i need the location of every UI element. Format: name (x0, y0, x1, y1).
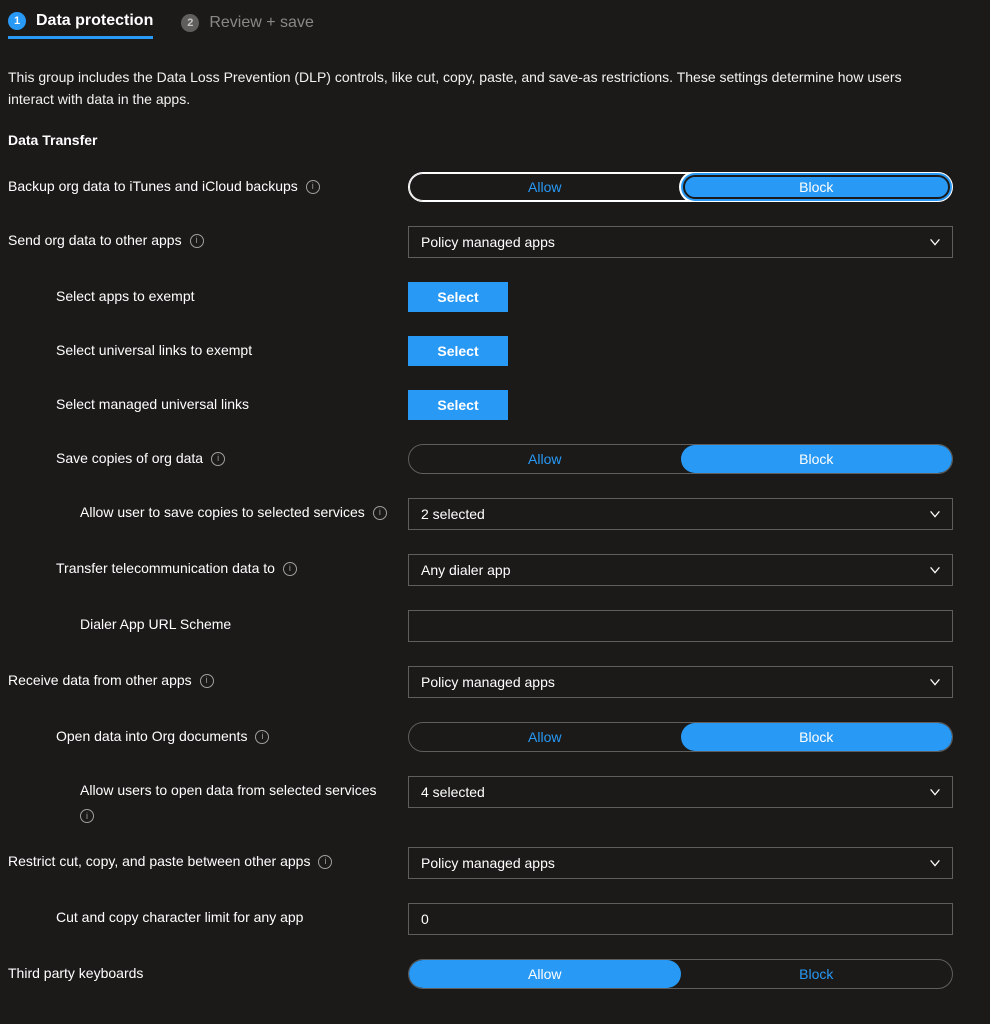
chevron-down-icon (928, 785, 942, 799)
label-backup-org-data: Backup org data to iTunes and iCloud bac… (8, 172, 408, 197)
select-apps-exempt-button[interactable]: Select (408, 282, 508, 312)
select-receive-other[interactable]: Policy managed apps (408, 666, 953, 698)
label-apps-exempt: Select apps to exempt (8, 282, 408, 307)
toggle-option-allow[interactable]: Allow (409, 723, 681, 751)
tab-label: Data protection (36, 12, 153, 30)
chevron-down-icon (928, 507, 942, 521)
info-icon[interactable]: i (283, 562, 297, 576)
select-save-services[interactable]: 2 selected (408, 498, 953, 530)
step-tabs: 1 Data protection 2 Review + save (8, 8, 982, 49)
label-save-copies: Save copies of org data i (8, 444, 408, 469)
info-icon[interactable]: i (80, 809, 94, 823)
info-icon[interactable]: i (200, 674, 214, 688)
toggle-open-org[interactable]: Allow Block (408, 722, 953, 752)
select-restrict-ccp[interactable]: Policy managed apps (408, 847, 953, 879)
toggle-option-block[interactable]: Block (681, 173, 953, 201)
tab-label: Review + save (209, 14, 314, 32)
label-char-limit: Cut and copy character limit for any app (8, 903, 408, 928)
label-open-org: Open data into Org documents i (8, 722, 408, 747)
toggle-save-copies[interactable]: Allow Block (408, 444, 953, 474)
step-number-icon: 2 (181, 14, 199, 32)
tab-data-protection[interactable]: 1 Data protection (8, 12, 153, 39)
input-dialer-scheme[interactable] (408, 610, 953, 642)
section-description: This group includes the Data Loss Preven… (8, 49, 948, 132)
info-icon[interactable]: i (211, 452, 225, 466)
info-icon[interactable]: i (318, 855, 332, 869)
toggle-option-block[interactable]: Block (681, 960, 953, 988)
info-icon[interactable]: i (306, 180, 320, 194)
label-receive-other: Receive data from other apps i (8, 666, 408, 691)
step-number-icon: 1 (8, 12, 26, 30)
chevron-down-icon (928, 856, 942, 870)
select-ulinks-exempt-button[interactable]: Select (408, 336, 508, 366)
select-managed-ulinks-button[interactable]: Select (408, 390, 508, 420)
label-telecom: Transfer telecommunication data to i (8, 554, 408, 579)
tab-review-save[interactable]: 2 Review + save (181, 14, 314, 38)
select-send-org-data[interactable]: Policy managed apps (408, 226, 953, 258)
toggle-option-allow[interactable]: Allow (409, 960, 681, 988)
info-icon[interactable]: i (373, 506, 387, 520)
label-dialer-scheme: Dialer App URL Scheme (8, 610, 408, 635)
section-title-data-transfer: Data Transfer (8, 132, 982, 148)
select-telecom[interactable]: Any dialer app (408, 554, 953, 586)
toggle-option-allow[interactable]: Allow (409, 445, 681, 473)
label-open-services: Allow users to open data from selected s… (8, 776, 408, 823)
toggle-third-party-kb[interactable]: Allow Block (408, 959, 953, 989)
chevron-down-icon (928, 675, 942, 689)
chevron-down-icon (928, 235, 942, 249)
info-icon[interactable]: i (255, 730, 269, 744)
toggle-option-allow[interactable]: Allow (409, 173, 681, 201)
info-icon[interactable]: i (190, 234, 204, 248)
label-managed-ulinks: Select managed universal links (8, 390, 408, 415)
chevron-down-icon (928, 563, 942, 577)
label-restrict-ccp: Restrict cut, copy, and paste between ot… (8, 847, 408, 872)
toggle-option-block[interactable]: Block (681, 723, 953, 751)
label-save-services: Allow user to save copies to selected se… (8, 498, 408, 523)
select-open-services[interactable]: 4 selected (408, 776, 953, 808)
toggle-backup-org-data[interactable]: Allow Block (408, 172, 953, 202)
input-char-limit[interactable] (408, 903, 953, 935)
label-ulinks-exempt: Select universal links to exempt (8, 336, 408, 361)
label-third-party-kb: Third party keyboards (8, 959, 408, 984)
label-send-org-data: Send org data to other apps i (8, 226, 408, 251)
toggle-option-block[interactable]: Block (681, 445, 953, 473)
